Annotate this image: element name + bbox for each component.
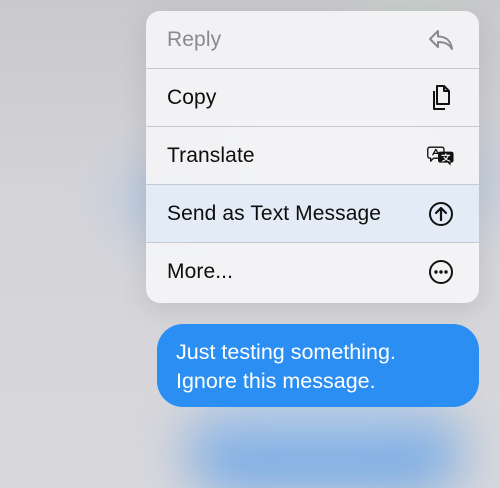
copy-icon	[427, 84, 455, 112]
menu-item-label: Copy	[167, 85, 217, 109]
reply-icon	[427, 26, 455, 54]
arrow-up-circle-icon	[427, 200, 455, 228]
message-bubble[interactable]: Just testing something. Ignore this mess…	[157, 324, 479, 407]
menu-item-send-as-text[interactable]: Send as Text Message	[146, 185, 479, 243]
menu-item-reply[interactable]: Reply	[146, 11, 479, 69]
message-line: Ignore this message.	[176, 369, 376, 393]
menu-item-label: Send as Text Message	[167, 201, 382, 225]
translate-icon	[427, 142, 455, 170]
message-line: Just testing something.	[176, 340, 396, 364]
menu-item-label: Translate	[167, 143, 255, 167]
context-menu: Reply Copy Translate Send as Text Messag…	[146, 11, 479, 303]
menu-item-more[interactable]: More...	[146, 243, 479, 301]
menu-item-translate[interactable]: Translate	[146, 127, 479, 185]
ellipsis-circle-icon	[427, 258, 455, 286]
menu-item-label: Reply	[167, 27, 222, 51]
menu-item-label: More...	[167, 260, 234, 283]
menu-item-copy[interactable]: Copy	[146, 69, 479, 127]
